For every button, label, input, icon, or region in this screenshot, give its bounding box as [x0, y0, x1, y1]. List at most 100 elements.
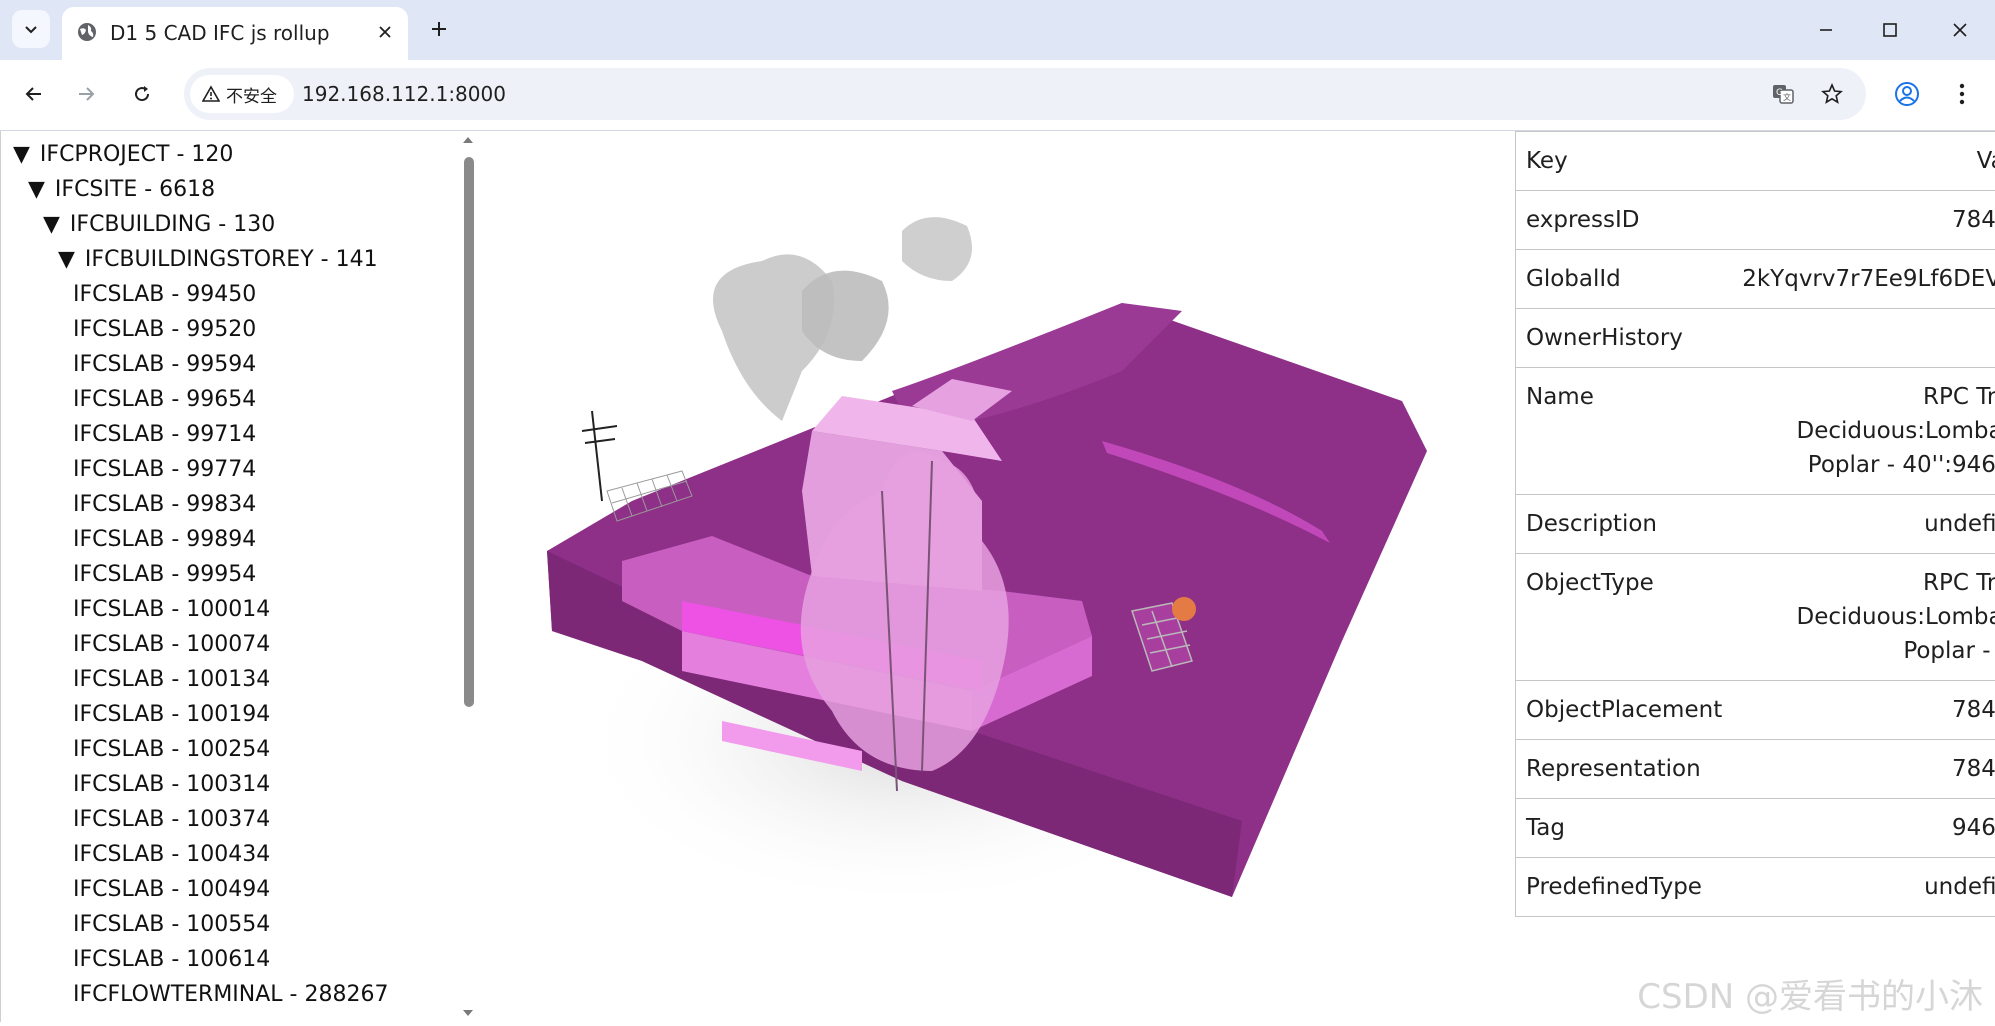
tree-node[interactable]: IFCSLAB - 100434	[73, 842, 270, 867]
tree-node[interactable]: IFCSLAB - 100314	[73, 772, 270, 797]
tree-node[interactable]: IFCSLAB - 100194	[73, 702, 270, 727]
tree-node-label: IFCSLAB - 99774	[73, 457, 256, 482]
tree-node-label: IFCSLAB - 99894	[73, 527, 256, 552]
address-bar[interactable]: 不安全 192.168.112.1:8000 G文	[184, 68, 1866, 120]
star-icon	[1821, 83, 1843, 105]
new-tab-button[interactable]	[424, 14, 454, 44]
tree-node[interactable]: IFCSLAB - 100074	[73, 632, 270, 657]
properties-header-row: Key Value	[1516, 132, 1995, 191]
tree-node[interactable]: IFCSLAB - 99594	[73, 352, 256, 377]
bookmark-button[interactable]	[1816, 78, 1848, 110]
3d-viewport[interactable]	[482, 131, 1514, 1022]
globe-icon	[76, 21, 98, 43]
tree-node[interactable]: IFCSLAB - 99450	[73, 282, 256, 307]
tree-node-label: IFCSLAB - 100014	[73, 597, 270, 622]
reload-icon	[132, 84, 152, 104]
property-value: 784490	[1732, 191, 1995, 250]
security-chip[interactable]: 不安全	[190, 75, 294, 113]
tree-node-label: IFCSLAB - 100314	[73, 772, 270, 797]
key-header: Key	[1516, 132, 1733, 191]
property-value: RPC Tree - Deciduous:Lombardy Poplar - 4…	[1732, 554, 1995, 681]
tree-node-label: IFCSLAB - 100254	[73, 737, 270, 762]
property-row: expressID784490	[1516, 191, 1995, 250]
tree-node[interactable]: IFCSLAB - 100494	[73, 877, 270, 902]
svg-text:文: 文	[1783, 92, 1791, 102]
tab-close-icon[interactable]	[372, 19, 398, 45]
tree-node-label: IFCBUILDING - 130	[70, 212, 275, 237]
tree-node-label: IFCSLAB - 99954	[73, 562, 256, 587]
tree-node[interactable]: IFCSLAB - 100374	[73, 807, 270, 832]
tree-node[interactable]: ▼ IFCBUILDINGSTOREY - 141	[58, 247, 378, 272]
property-value: 41	[1732, 309, 1995, 368]
tab-search-button[interactable]	[12, 10, 50, 48]
warning-icon	[202, 85, 220, 103]
expand-triangle-icon[interactable]: ▼	[28, 177, 45, 202]
tree-node[interactable]: IFCFLOWTERMINAL - 288267	[73, 982, 388, 1007]
3d-model-canvas[interactable]	[482, 131, 1514, 1022]
tree-node-label: IFCSLAB - 100494	[73, 877, 270, 902]
reload-button[interactable]	[124, 76, 160, 112]
property-key: Name	[1516, 368, 1733, 495]
property-value: undefined	[1732, 858, 1995, 917]
tree-node-label: IFCSLAB - 99834	[73, 492, 256, 517]
forward-button[interactable]	[68, 76, 104, 112]
scroll-up-icon[interactable]	[462, 135, 474, 145]
minimize-icon	[1818, 22, 1834, 38]
tree-node[interactable]: IFCSLAB - 99954	[73, 562, 256, 587]
tree-node-label: IFCPROJECT - 120	[40, 142, 233, 167]
tree-node[interactable]: ▼ IFCPROJECT - 120	[13, 142, 233, 167]
property-value: 946759	[1732, 799, 1995, 858]
property-value: 2kYqvrv7r7Ee9Lf6DEVcq_	[1732, 250, 1995, 309]
tree-node[interactable]: ▼ IFCBUILDING - 130	[43, 212, 275, 237]
property-key: OwnerHistory	[1516, 309, 1733, 368]
orange-marker	[1172, 597, 1196, 621]
tree-node[interactable]: IFCSLAB - 99774	[73, 457, 256, 482]
tree-node[interactable]: IFCSLAB - 100014	[73, 597, 270, 622]
utility-pole	[582, 411, 617, 501]
scroll-thumb[interactable]	[464, 157, 474, 707]
menu-button[interactable]	[1944, 76, 1980, 112]
tree-node[interactable]: ▼ IFCSITE - 6618	[28, 177, 215, 202]
property-value: 784482	[1732, 740, 1995, 799]
tree-node[interactable]: IFCSLAB - 100614	[73, 947, 270, 972]
scroll-down-icon[interactable]	[462, 1008, 474, 1018]
back-button[interactable]	[16, 76, 52, 112]
tree-node[interactable]: IFCSLAB - 100554	[73, 912, 270, 937]
tab-title: D1 5 CAD IFC js rollup	[110, 21, 330, 45]
tree-scrollbar[interactable]	[457, 131, 479, 1022]
tree-node-label: IFCSLAB - 100074	[73, 632, 270, 657]
tree-node[interactable]: IFCSLAB - 99834	[73, 492, 256, 517]
tree-node-label: IFCFLOWTERMINAL - 288267	[73, 982, 388, 1007]
tree-node[interactable]: IFCSLAB - 99894	[73, 527, 256, 552]
tree-node[interactable]: IFCSLAB - 99520	[73, 317, 256, 342]
property-row: Tag946759	[1516, 799, 1995, 858]
close-window-button[interactable]	[1940, 12, 1980, 48]
browser-toolbar: 不安全 192.168.112.1:8000 G文	[0, 60, 1995, 131]
tree-node-label: IFCBUILDINGSTOREY - 141	[85, 247, 378, 272]
expand-triangle-icon[interactable]: ▼	[43, 212, 60, 237]
browser-tab[interactable]: D1 5 CAD IFC js rollup	[62, 7, 408, 60]
property-key: Representation	[1516, 740, 1733, 799]
arrow-left-icon	[24, 84, 44, 104]
expand-triangle-icon[interactable]: ▼	[58, 247, 75, 272]
tree-node[interactable]: IFCSLAB - 99714	[73, 422, 256, 447]
tree-node[interactable]: IFCSLAB - 100134	[73, 667, 270, 692]
properties-table: Key Value expressID784490GlobalId2kYqvrv…	[1515, 131, 1995, 917]
value-header: Value	[1732, 132, 1995, 191]
maximize-button[interactable]	[1870, 12, 1910, 48]
property-row: OwnerHistory41	[1516, 309, 1995, 368]
property-key: ObjectPlacement	[1516, 681, 1733, 740]
tree-node-label: IFCSLAB - 100194	[73, 702, 270, 727]
more-vertical-icon	[1959, 83, 1965, 105]
translate-button[interactable]: G文	[1767, 78, 1799, 110]
minimize-button[interactable]	[1806, 12, 1846, 48]
tree-node[interactable]: IFCSLAB - 100254	[73, 737, 270, 762]
tree-node-label: IFCSLAB - 99594	[73, 352, 256, 377]
url-text[interactable]: 192.168.112.1:8000	[302, 82, 506, 106]
profile-button[interactable]	[1889, 76, 1925, 112]
tree-node[interactable]: IFCSLAB - 99654	[73, 387, 256, 412]
tree-node-label: IFCSITE - 6618	[55, 177, 215, 202]
property-value: RPC Tree - Deciduous:Lombardy Poplar - 4…	[1732, 368, 1995, 495]
translate-icon: G文	[1771, 82, 1795, 106]
expand-triangle-icon[interactable]: ▼	[13, 142, 30, 167]
